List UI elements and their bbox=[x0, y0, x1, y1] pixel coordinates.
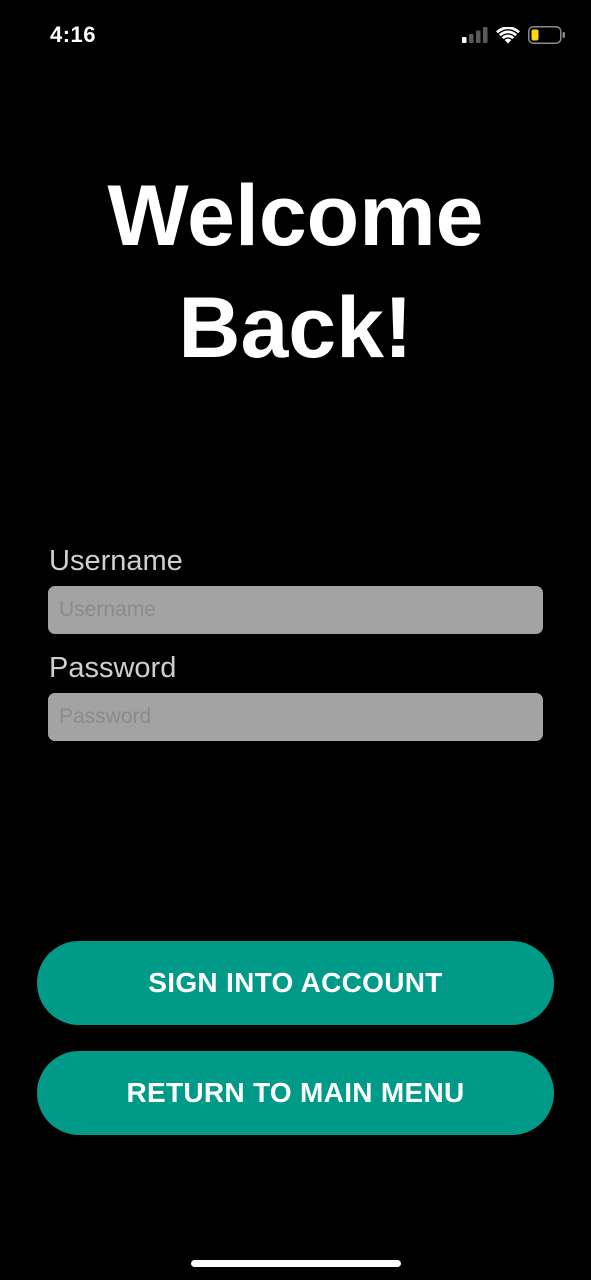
page-title-line-2: Back! bbox=[178, 280, 413, 376]
home-indicator[interactable] bbox=[191, 1260, 401, 1267]
username-label: Username bbox=[49, 545, 183, 577]
page-title: Welcome Back! bbox=[0, 160, 591, 384]
page-title-line-1: Welcome bbox=[107, 168, 484, 264]
battery-low-icon bbox=[528, 26, 565, 44]
status-bar: 4:16 bbox=[0, 0, 591, 70]
sign-in-button[interactable]: SIGN INTO ACCOUNT bbox=[37, 941, 554, 1025]
wifi-icon bbox=[496, 26, 520, 43]
status-icons bbox=[462, 24, 566, 46]
cellular-signal-icon bbox=[462, 27, 488, 43]
password-input[interactable] bbox=[48, 693, 543, 741]
status-time: 4:16 bbox=[50, 22, 97, 47]
return-to-main-menu-button[interactable]: RETURN TO MAIN MENU bbox=[37, 1051, 554, 1135]
username-input[interactable] bbox=[48, 586, 543, 634]
password-label: Password bbox=[49, 652, 177, 684]
